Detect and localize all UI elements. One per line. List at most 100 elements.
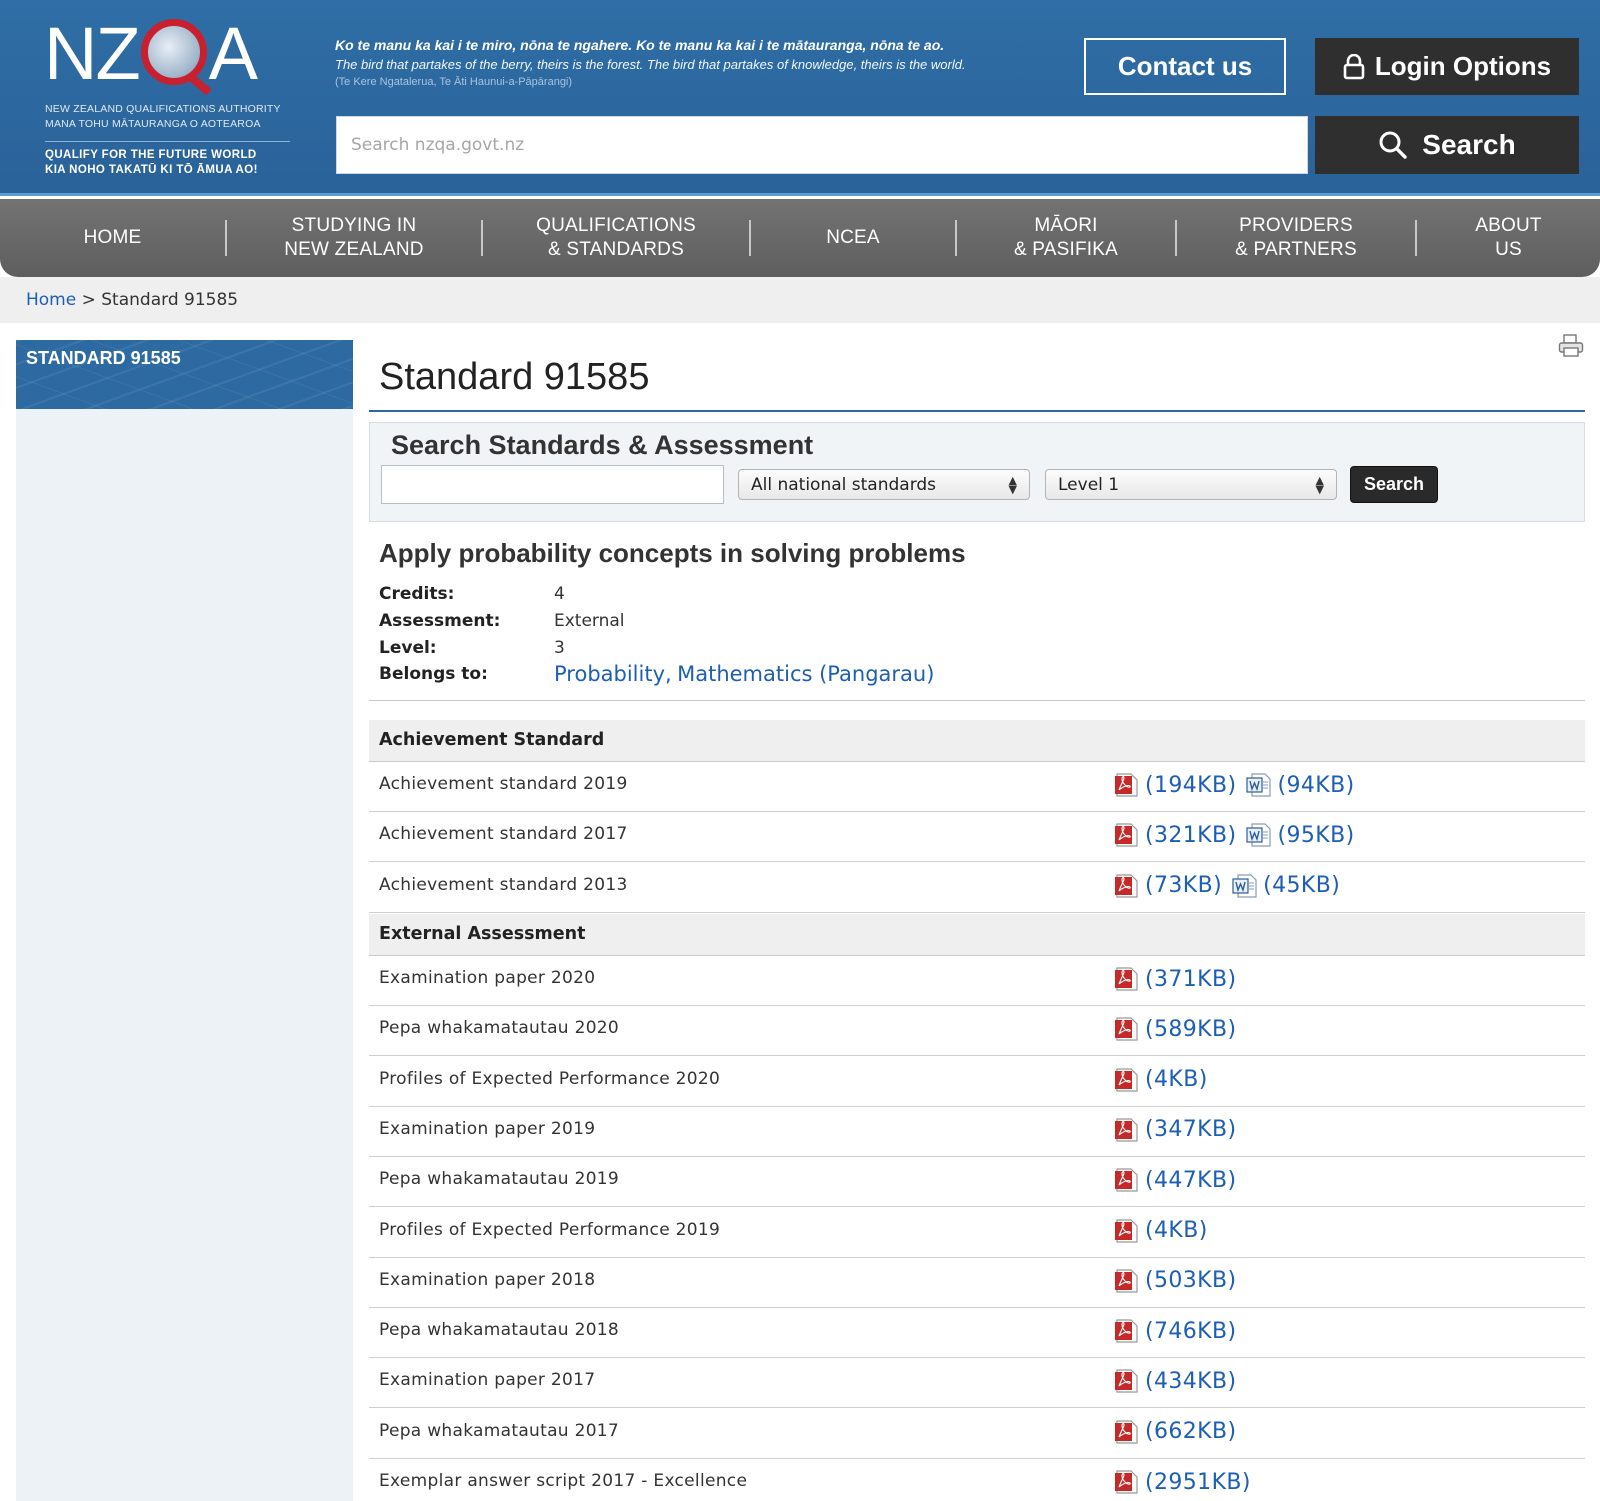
nav-studying-line2: NEW ZEALAND: [284, 239, 424, 260]
document-files: (4KB): [1114, 1067, 1212, 1093]
document-files: (73KB) (45KB): [1114, 873, 1344, 899]
breadcrumb-current: Standard 91585: [101, 290, 239, 310]
document-label: Pepa whakamatautau 2020: [379, 1018, 620, 1039]
level-label: Level:: [379, 638, 437, 658]
section-heading: Achievement Standard: [379, 730, 605, 750]
level-value-text: 3: [554, 638, 565, 658]
document-label: Pepa whakamatautau 2018: [379, 1320, 620, 1341]
printer-icon[interactable]: [1558, 334, 1584, 358]
doc-download-link[interactable]: (94KB): [1277, 773, 1354, 798]
document-files: (4KB): [1114, 1218, 1212, 1244]
breadcrumb-separator: >: [81, 290, 96, 310]
credits-label: Credits:: [379, 584, 455, 604]
document-label: Achievement standard 2013: [379, 874, 628, 895]
document-row: Profiles of Expected Performance 2019 (4K…: [369, 1208, 1585, 1258]
pdf-download-link[interactable]: (347KB): [1145, 1117, 1236, 1142]
document-row: Achievement standard 2013 (73KB) (45KB): [369, 863, 1585, 913]
probability-link[interactable]: Probability: [554, 662, 665, 686]
pdf-download-link[interactable]: (746KB): [1145, 1319, 1236, 1344]
pdf-download-link[interactable]: (4KB): [1145, 1218, 1208, 1243]
level-select[interactable]: Level 1 ▲ ▼: [1045, 469, 1337, 500]
pdf-download-link[interactable]: (503KB): [1145, 1268, 1236, 1293]
whakatauki-attribution: (Te Kere Ngatalerua, Te Āti Haunui-a-Pāp…: [335, 76, 573, 88]
pdf-download-link[interactable]: (73KB): [1145, 873, 1222, 898]
lock-icon: [1343, 53, 1365, 79]
document-row: Pepa whakamatautau 2020 (589KB): [369, 1006, 1585, 1057]
document-row: Examination paper 2020 (371KB): [369, 956, 1585, 1006]
pdf-download-link[interactable]: (447KB): [1145, 1168, 1236, 1193]
document-row: Pepa whakamatautau 2018 (746KB): [369, 1308, 1585, 1359]
logo-wordmark: NZ A: [44, 12, 258, 95]
nav-studying-in-nz[interactable]: STUDYING IN NEW ZEALAND: [227, 199, 481, 277]
globe-q-icon: [140, 19, 207, 85]
document-row: Pepa whakamatautau 2017 (662KB): [369, 1409, 1585, 1459]
pdf-download-link[interactable]: (371KB): [1145, 967, 1236, 992]
page-title: Standard 91585: [379, 356, 650, 398]
pdf-file-icon: [1115, 773, 1138, 797]
logo-tag-line2: KIA NOHO TAKATŪ KI TŌ ĀMUA AO!: [45, 164, 258, 176]
logo-subtitle: NEW ZEALAND QUALIFICATIONS AUTHORITY MAN…: [45, 102, 300, 132]
sidebar: [16, 340, 353, 1501]
word-doc-icon: [1232, 873, 1257, 898]
document-label: Achievement standard 2017: [379, 824, 628, 845]
document-label: Profiles of Expected Performance 2020: [379, 1068, 721, 1089]
site-search-button[interactable]: Search: [1315, 116, 1579, 174]
nav-about-line1: ABOUT: [1475, 215, 1542, 236]
word-doc-icon: [1246, 823, 1272, 847]
breadcrumb: Home > Standard 91585: [26, 290, 238, 310]
document-row: Achievement standard 2019 (194KB) (94KB): [369, 762, 1585, 812]
pdf-download-link[interactable]: (321KB): [1145, 823, 1236, 848]
contact-us-button[interactable]: Contact us: [1084, 38, 1286, 95]
nav-home[interactable]: HOME: [0, 199, 225, 277]
site-search-label: Search: [1422, 129, 1516, 160]
pdf-download-link[interactable]: (662KB): [1145, 1419, 1236, 1444]
breadcrumb-home-link[interactable]: Home: [26, 290, 76, 310]
nav-ncea-label: NCEA: [826, 227, 880, 248]
select-arrows-icon: ▲ ▼: [1315, 473, 1324, 496]
pdf-file-icon: [1115, 1067, 1138, 1092]
document-files: (434KB): [1114, 1368, 1240, 1394]
pdf-download-link[interactable]: (194KB): [1145, 773, 1236, 798]
document-files: (2951KB): [1114, 1469, 1255, 1495]
standard-type-value: All national standards: [751, 474, 937, 495]
doc-download-link[interactable]: (95KB): [1277, 823, 1354, 848]
mathematics-link[interactable]: Mathematics (Pangarau): [677, 662, 934, 686]
nzqa-logo[interactable]: NZ A NEW ZEALAND QUALIFICATIONS AUTHORITY…: [40, 8, 300, 188]
document-label: Profiles of Expected Performance 2019: [379, 1219, 721, 1240]
nav-qualifications-standards[interactable]: QUALIFICATIONS & STANDARDS: [483, 199, 749, 277]
nav-providers-partners[interactable]: PROVIDERS & PARTNERS: [1177, 199, 1415, 277]
pdf-download-link[interactable]: (2951KB): [1145, 1470, 1251, 1495]
standard-type-select[interactable]: All national standards ▲ ▼: [738, 469, 1030, 500]
pdf-download-link[interactable]: (589KB): [1145, 1017, 1236, 1042]
site-header: NZ A NEW ZEALAND QUALIFICATIONS AUTHORITY…: [0, 0, 1600, 196]
word-doc-icon: [1246, 773, 1272, 797]
assessment-label: Assessment:: [379, 611, 501, 631]
document-files: (662KB): [1114, 1419, 1240, 1445]
level-value: Level 1: [1058, 474, 1120, 495]
pdf-file-icon: [1115, 967, 1138, 991]
document-label: Examination paper 2019: [379, 1118, 596, 1139]
main-nav: HOME STUDYING IN NEW ZEALAND QUALIFICATIO…: [0, 199, 1600, 277]
pdf-file-icon: [1115, 1319, 1138, 1343]
document-label: Examination paper 2020: [379, 968, 596, 988]
nav-ncea[interactable]: NCEA: [751, 199, 955, 277]
pdf-download-link[interactable]: (434KB): [1145, 1369, 1236, 1394]
logo-tag-line1: QUALIFY FOR THE FUTURE WORLD: [45, 149, 257, 161]
pdf-file-icon: [1115, 1017, 1138, 1041]
select-arrows-icon: ▲ ▼: [1008, 473, 1017, 496]
pdf-download-link[interactable]: (4KB): [1145, 1067, 1208, 1092]
login-options-button[interactable]: Login Options: [1315, 38, 1579, 95]
nav-maori-pasifika[interactable]: MĀORI & PASIFIKA: [957, 199, 1175, 277]
standards-search-button[interactable]: Search: [1350, 466, 1438, 503]
site-search-input[interactable]: [336, 116, 1308, 174]
doc-download-link[interactable]: (45KB): [1263, 873, 1340, 898]
nav-about-us[interactable]: ABOUT US: [1417, 199, 1600, 277]
document-files: (447KB): [1114, 1167, 1240, 1193]
logo-tagline: QUALIFY FOR THE FUTURE WORLD KIA NOHO TA…: [45, 148, 300, 178]
pdf-file-icon: [1115, 1420, 1138, 1444]
nav-about-line2: US: [1495, 239, 1522, 260]
standards-search-input[interactable]: [381, 465, 724, 504]
document-files: (589KB): [1114, 1016, 1240, 1042]
document-label: Achievement standard 2019: [379, 774, 628, 794]
nav-home-label: HOME: [83, 227, 142, 248]
